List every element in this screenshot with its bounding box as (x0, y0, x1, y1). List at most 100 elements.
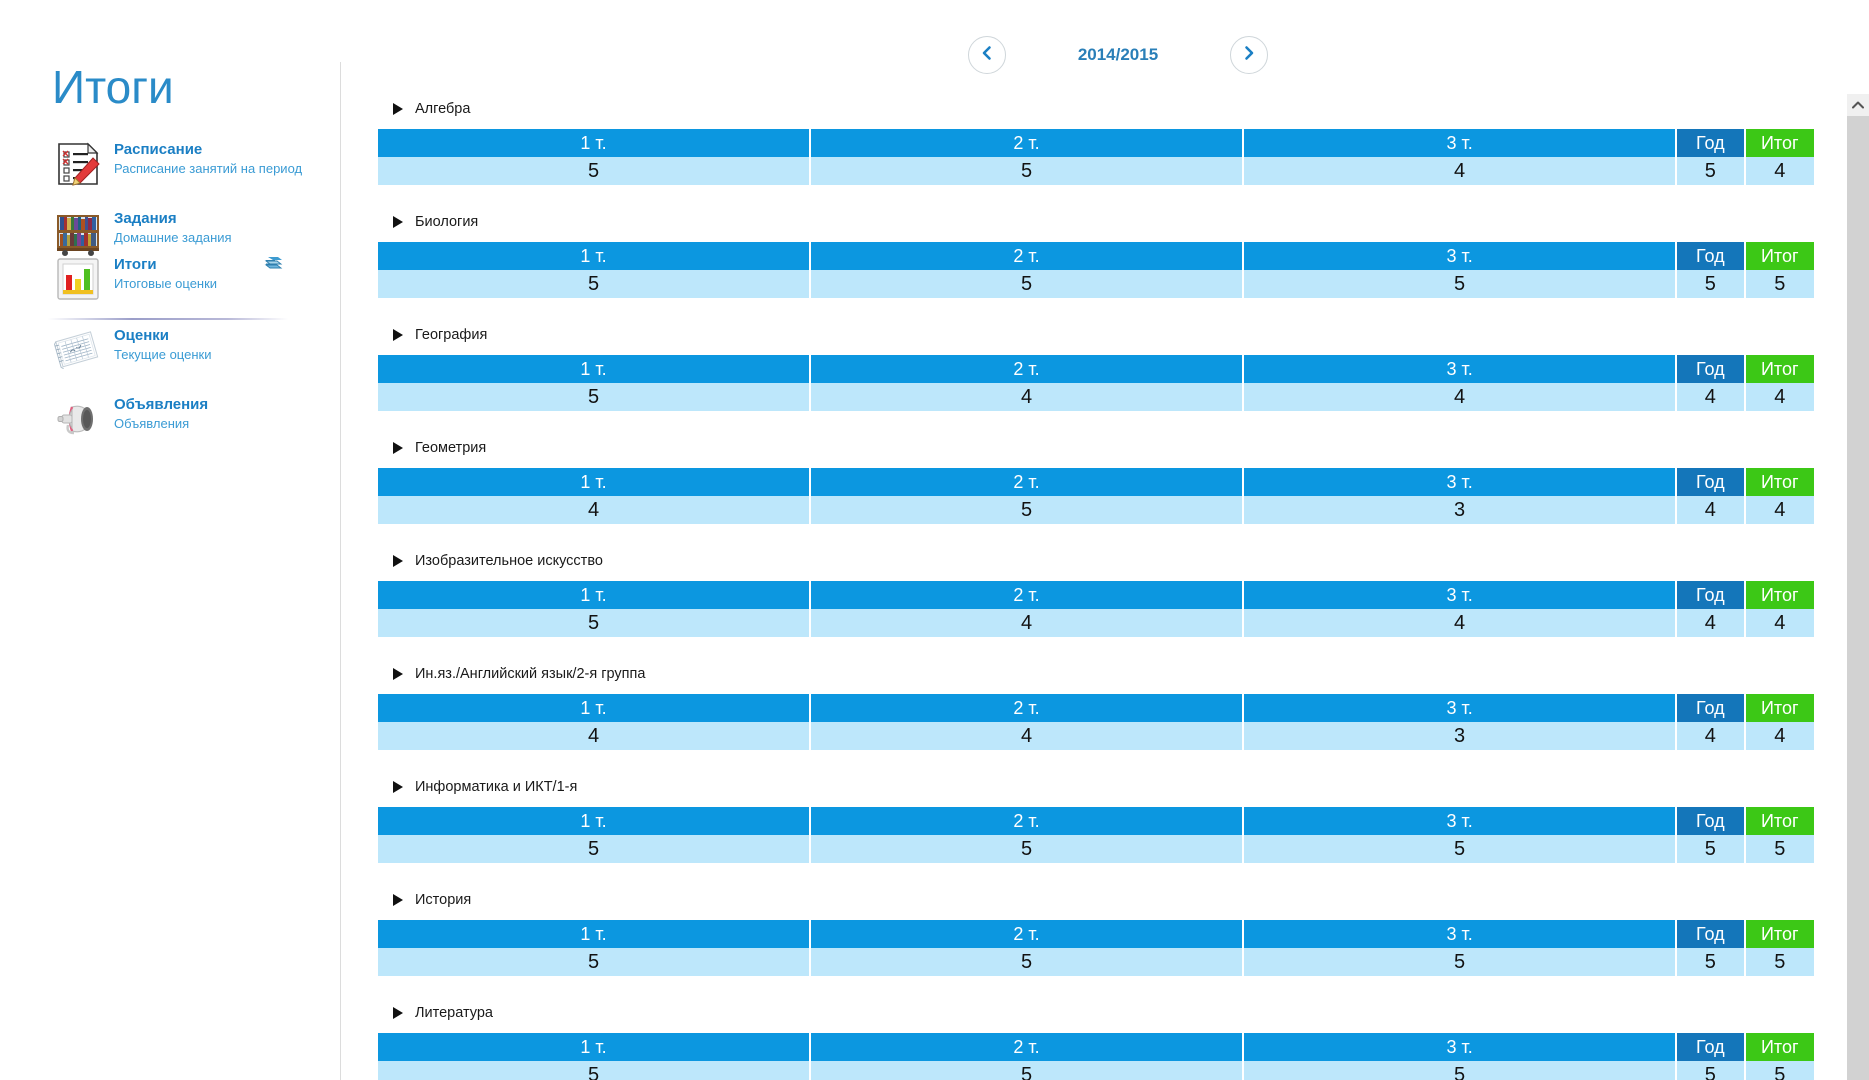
triangle-right-icon (393, 216, 403, 228)
chevron-left-icon (979, 45, 995, 66)
subject-name: Литература (415, 1005, 493, 1021)
column-header-0: 1 т. (378, 920, 812, 948)
table-row: 55454 (378, 157, 1814, 185)
sidebar-item-title: Объявления (114, 396, 209, 413)
sidebar-item-title: Задания (114, 210, 177, 227)
grade-cell-4: 5 (1745, 835, 1814, 863)
column-header-0: 1 т. (378, 129, 812, 157)
megaphone-icon (52, 393, 104, 445)
subject-toggle-7[interactable]: История (340, 887, 1830, 913)
next-year-button[interactable] (1230, 36, 1268, 74)
sidebar-item-raspisanie[interactable]: Расписание Расписание занятий на период (52, 138, 322, 200)
triangle-right-icon (393, 555, 403, 567)
column-header-3: Год (1677, 694, 1746, 722)
subject-toggle-3[interactable]: Геометрия (340, 435, 1830, 461)
grade-cell-3: 5 (1677, 270, 1746, 298)
sidebar-item-obyavleniya[interactable]: Объявления Объявления (52, 393, 322, 455)
grade-cell-1: 5 (811, 835, 1245, 863)
subject-toggle-4[interactable]: Изобразительное искусство (340, 548, 1830, 574)
grade-cell-4: 5 (1745, 1061, 1814, 1080)
grade-cell-0: 5 (378, 383, 812, 411)
column-header-1: 2 т. (811, 468, 1245, 496)
sidebar-item-ocenki[interactable]: Оценки Текущие оценки (52, 324, 322, 386)
subject-toggle-5[interactable]: Ин.яз./Английский язык/2-я группа (340, 661, 1830, 687)
scroll-up-arrow[interactable] (1847, 94, 1869, 116)
column-header-4: Итог (1745, 129, 1814, 157)
print-icon[interactable] (264, 254, 284, 272)
table-header-row: 1 т. 2 т. 3 т. Год Итог (378, 581, 1814, 609)
table-row: 55555 (378, 835, 1814, 863)
column-header-0: 1 т. (378, 694, 812, 722)
subject-toggle-8[interactable]: Литература (340, 1000, 1830, 1026)
bookshelf-icon (52, 207, 104, 259)
grade-cell-4: 4 (1745, 609, 1814, 637)
table-row: 45344 (378, 496, 1814, 524)
sidebar-item-title: Итоги (114, 256, 157, 273)
subject-name: Изобразительное искусство (415, 553, 603, 569)
page-title: Итоги (52, 61, 174, 113)
column-header-3: Год (1677, 355, 1746, 383)
grade-cell-1: 5 (811, 270, 1245, 298)
final-grades-list: Алгебра 1 т. 2 т. 3 т. Год Итог 5 5 4 5 4 Биология 1… (340, 96, 1830, 1080)
grade-cell-4: 5 (1745, 270, 1814, 298)
column-header-1: 2 т. (811, 694, 1245, 722)
sidebar-item-subtitle: Домашние задания (114, 230, 232, 246)
grade-cell-0: 4 (378, 496, 812, 524)
subject-toggle-6[interactable]: Информатика и ИКТ/1-я (340, 774, 1830, 800)
subject-block: Изобразительное искусство 1 т. 2 т. 3 т. Год… (340, 548, 1830, 661)
subject-block: Геометрия 1 т. 2 т. 3 т. Год Итог 4 5 3 4 4 (340, 435, 1830, 548)
triangle-right-icon (393, 894, 403, 906)
column-header-2: 3 т. (1244, 468, 1678, 496)
subject-name: Алгебра (415, 101, 471, 117)
subject-toggle-0[interactable]: Алгебра (340, 96, 1830, 122)
column-header-4: Итог (1745, 581, 1814, 609)
papers-icon (52, 324, 104, 376)
sidebar-item-text: Расписание Расписание занятий на период (114, 140, 324, 179)
column-header-0: 1 т. (378, 468, 812, 496)
table-row: 44344 (378, 722, 1814, 750)
column-header-4: Итог (1745, 1033, 1814, 1061)
subject-toggle-2[interactable]: География (340, 322, 1830, 348)
triangle-right-icon (393, 442, 403, 454)
column-header-3: Год (1677, 129, 1746, 157)
column-header-0: 1 т. (378, 1033, 812, 1061)
vertical-scrollbar[interactable] (1847, 94, 1869, 1080)
column-header-2: 3 т. (1244, 129, 1678, 157)
prev-year-button[interactable] (968, 36, 1006, 74)
grade-cell-2: 4 (1244, 609, 1678, 637)
column-header-2: 3 т. (1244, 920, 1678, 948)
column-header-2: 3 т. (1244, 581, 1678, 609)
grade-cell-2: 5 (1244, 948, 1678, 976)
school-year-label: 2014/2015 (1077, 45, 1159, 64)
sidebar-item-subtitle: Расписание занятий на период (114, 161, 303, 177)
column-header-1: 2 т. (811, 920, 1245, 948)
subject-name: Биология (415, 214, 479, 230)
column-header-2: 3 т. (1244, 694, 1678, 722)
column-header-2: 3 т. (1244, 807, 1678, 835)
subject-name: Геометрия (415, 440, 487, 456)
grade-cell-2: 4 (1244, 157, 1678, 185)
grade-cell-2: 5 (1244, 270, 1678, 298)
subject-block: Ин.яз./Английский язык/2-я группа 1 т. 2 т… (340, 661, 1830, 774)
grade-cell-3: 4 (1677, 609, 1746, 637)
grade-table: 1 т. 2 т. 3 т. Год Итог 5 5 5 5 5 (378, 242, 1814, 298)
grade-cell-3: 5 (1677, 1061, 1746, 1080)
triangle-right-icon (393, 1007, 403, 1019)
column-header-4: Итог (1745, 355, 1814, 383)
grade-cell-0: 5 (378, 609, 812, 637)
subject-name: Информатика и ИКТ/1-я (415, 779, 578, 795)
triangle-right-icon (393, 668, 403, 680)
column-header-4: Итог (1745, 468, 1814, 496)
grade-cell-1: 5 (811, 1061, 1245, 1080)
grade-table: 1 т. 2 т. 3 т. Год Итог 5 5 5 5 5 (378, 920, 1814, 976)
sidebar-item-subtitle: Итоговые оценки (114, 276, 218, 292)
grade-table: 1 т. 2 т. 3 т. Год Итог 5 4 4 4 4 (378, 355, 1814, 411)
grade-cell-1: 5 (811, 157, 1245, 185)
subject-toggle-1[interactable]: Биология (340, 209, 1830, 235)
grade-cell-1: 4 (811, 722, 1245, 750)
